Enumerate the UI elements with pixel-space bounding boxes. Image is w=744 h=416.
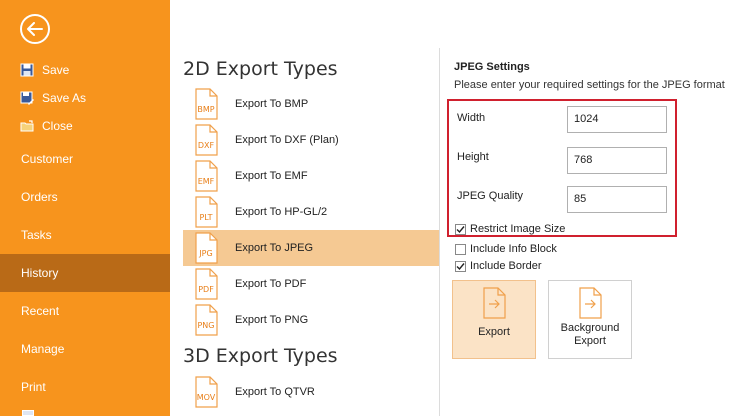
settings-title: JPEG Settings xyxy=(454,61,530,73)
include-info-block-label: Include Info Block xyxy=(470,243,557,255)
export-label: Export To QTVR xyxy=(235,386,315,398)
file-ext: EMF xyxy=(197,177,215,186)
file-ext: PDF xyxy=(198,285,214,294)
png-file-icon: PNG xyxy=(193,304,219,336)
export-file-icon xyxy=(483,287,506,319)
jpg-file-icon: JPG xyxy=(193,232,219,264)
close-label: Close xyxy=(42,119,73,133)
include-info-block-checkbox[interactable] xyxy=(455,243,466,255)
nav-orders[interactable]: Orders xyxy=(0,178,170,216)
export-emf-item[interactable]: EMF Export To EMF xyxy=(183,158,439,194)
save-as-button[interactable]: Save As xyxy=(20,89,86,107)
pdf-file-icon: PDF xyxy=(193,268,219,300)
partial-nav-icon xyxy=(22,410,34,416)
export-hpgl-item[interactable]: PLT Export To HP-GL/2 xyxy=(183,194,439,230)
file-ext: BMP xyxy=(197,105,215,114)
bmp-file-icon: BMP xyxy=(193,88,219,120)
nav-label: Tasks xyxy=(21,228,52,242)
nav-label: Manage xyxy=(21,342,65,356)
save-as-icon xyxy=(20,91,34,105)
export-types-panel: 2D Export Types BMP Export To BMP DXF Ex… xyxy=(170,0,440,416)
export-button[interactable]: Export xyxy=(452,280,536,359)
include-info-block-option[interactable]: Include Info Block xyxy=(455,242,557,256)
background-export-button-label: Background Export xyxy=(560,322,620,347)
checkmark-icon xyxy=(456,225,465,233)
export-pdf-item[interactable]: PDF Export To PDF xyxy=(183,266,439,302)
settings-description: Please enter your required settings for … xyxy=(454,79,725,91)
section-title-2d: 2D Export Types xyxy=(183,58,338,80)
file-ext: PNG xyxy=(197,321,215,330)
nav-print[interactable]: Print xyxy=(0,368,170,406)
backstage-sidebar: Save Save As Close Customer Orders Tasks… xyxy=(0,0,170,416)
restrict-image-size-checkbox[interactable] xyxy=(455,223,466,235)
nav-manage[interactable]: Manage xyxy=(0,330,170,368)
export-label: Export To PDF xyxy=(235,278,307,290)
section-title-3d: 3D Export Types xyxy=(183,345,338,367)
width-input[interactable]: 1024 xyxy=(567,106,667,133)
checkmark-icon xyxy=(456,262,465,270)
export-label: Export To DXF (Plan) xyxy=(235,134,339,146)
export-jpeg-item[interactable]: JPG Export To JPEG xyxy=(183,230,439,266)
mov-file-icon: MOV xyxy=(193,376,219,408)
height-label: Height xyxy=(457,151,489,163)
save-button[interactable]: Save xyxy=(20,61,69,79)
nav-tasks[interactable]: Tasks xyxy=(0,216,170,254)
export-bmp-item[interactable]: BMP Export To BMP xyxy=(183,86,439,122)
nav-label: Orders xyxy=(21,190,58,204)
folder-close-icon xyxy=(20,119,34,133)
export-label: Export To JPEG xyxy=(235,242,314,254)
file-ext: DXF xyxy=(197,141,215,150)
dxf-file-icon: DXF xyxy=(193,124,219,156)
include-border-option[interactable]: Include Border xyxy=(455,259,542,273)
save-as-label: Save As xyxy=(42,91,87,105)
export-button-label: Export xyxy=(478,326,510,338)
export-label: Export To PNG xyxy=(235,314,309,326)
arrow-left-icon xyxy=(27,22,43,36)
nav-customer[interactable]: Customer xyxy=(0,140,170,178)
file-ext: JPG xyxy=(199,249,213,258)
jpeg-settings-panel: JPEG Settings Please enter your required… xyxy=(440,0,744,416)
nav-label: Customer xyxy=(21,152,74,166)
emf-file-icon: EMF xyxy=(193,160,219,192)
include-border-label: Include Border xyxy=(470,260,542,272)
export-label: Export To BMP xyxy=(235,98,309,110)
export-file-icon xyxy=(579,287,602,319)
width-label: Width xyxy=(457,112,486,124)
file-ext: MOV xyxy=(196,393,216,402)
nav-label: History xyxy=(21,266,59,280)
export-dxf-item[interactable]: DXF Export To DXF (Plan) xyxy=(183,122,439,158)
height-input[interactable]: 768 xyxy=(567,147,667,174)
export-png-item[interactable]: PNG Export To PNG xyxy=(183,302,439,338)
restrict-image-size-label: Restrict Image Size xyxy=(470,223,566,235)
jpeg-quality-label: JPEG Quality xyxy=(457,190,524,202)
export-qtvr-item[interactable]: MOV Export To QTVR xyxy=(183,374,439,410)
close-button[interactable]: Close xyxy=(20,117,73,135)
nav-label: Print xyxy=(21,380,46,394)
save-label: Save xyxy=(42,63,70,77)
nav-label: Recent xyxy=(21,304,60,318)
file-ext: PLT xyxy=(199,213,213,222)
nav-history[interactable]: History xyxy=(0,254,170,292)
plt-file-icon: PLT xyxy=(193,196,219,228)
jpeg-quality-input[interactable]: 85 xyxy=(567,186,667,213)
background-export-button[interactable]: Background Export xyxy=(548,280,632,359)
export-label: Export To HP-GL/2 xyxy=(235,206,328,218)
floppy-disk-icon xyxy=(20,63,34,77)
nav-recent[interactable]: Recent xyxy=(0,292,170,330)
export-label: Export To EMF xyxy=(235,170,308,182)
include-border-checkbox[interactable] xyxy=(455,260,466,272)
restrict-image-size-option[interactable]: Restrict Image Size xyxy=(455,222,565,236)
back-button[interactable] xyxy=(20,14,50,44)
